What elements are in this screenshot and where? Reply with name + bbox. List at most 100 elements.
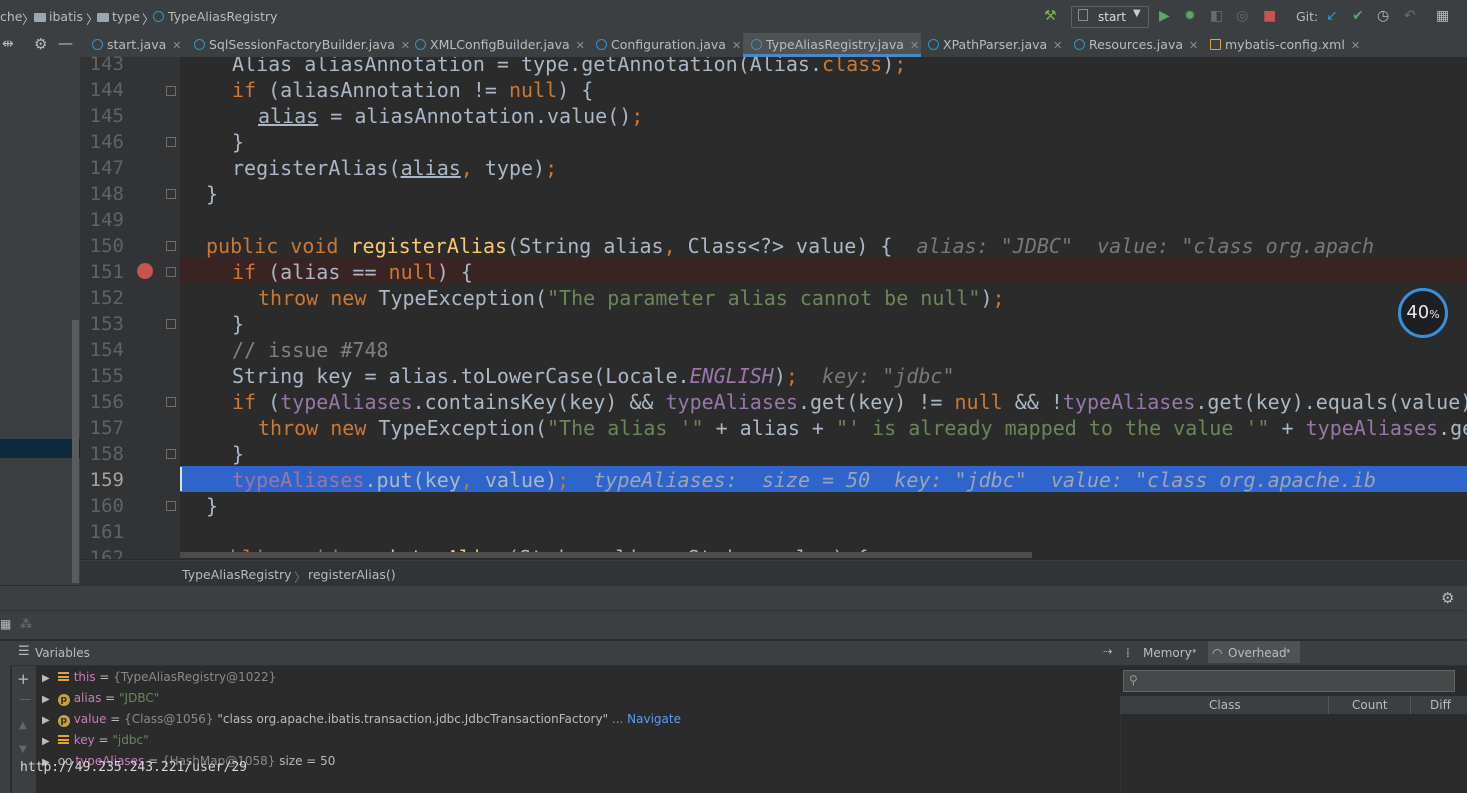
variable-row-this[interactable]: ▶ this = {TypeAliasRegistry@1022} (42, 670, 276, 684)
code-line-151: if (alias == null) { (232, 260, 473, 284)
fold-marker-icon[interactable] (166, 449, 176, 459)
object-icon (57, 672, 69, 681)
pin-icon[interactable]: ⇢ (1103, 645, 1112, 658)
expand-triangle-icon[interactable]: ▶ (42, 715, 50, 726)
code-line-153: } (232, 312, 245, 336)
tab-sqlsessionfactorybuilder[interactable]: SqlSessionFactoryBuilder.java ✕ (186, 33, 410, 57)
code-lines: Alias aliasAnnotation = type.getAnnotati… (180, 57, 1467, 552)
tab-overhead[interactable]: Overhead (1228, 646, 1287, 660)
tab-label: mybatis-config.xml (1225, 37, 1345, 52)
fold-marker-icon[interactable] (166, 86, 176, 96)
line-number: 145 (89, 105, 124, 127)
memory-header: ⁞ Memory ⇢ ◠ Overhead ⇢ (1120, 641, 1467, 666)
add-watch-icon[interactable]: + (17, 670, 30, 688)
variable-row-key[interactable]: ▶ key = "jdbc" (42, 733, 149, 747)
variable-name: value (73, 712, 107, 726)
threads-icon[interactable]: ⁂ (20, 617, 32, 631)
run-config-select[interactable]: start ▼ (1071, 6, 1149, 28)
variable-row-alias[interactable]: ▶ p alias = "JDBC" (42, 691, 159, 706)
fold-marker-icon[interactable] (166, 189, 176, 199)
breadcrumb-method[interactable]: registerAlias() (308, 567, 396, 582)
tab-xmlconfigbuilder[interactable]: XMLConfigBuilder.java ✕ (407, 33, 585, 57)
nav-crumb-che[interactable]: che (0, 9, 23, 24)
code-line-150: public void registerAlias(String alias, … (206, 234, 1375, 258)
collapse-all-icon[interactable]: ⇹ (2, 36, 14, 52)
line-number: 160 (89, 495, 124, 517)
chevron-down-icon: ▼ (1133, 8, 1141, 19)
run-icon[interactable]: ▶ (1159, 8, 1170, 24)
gear-icon[interactable]: ⚙ (1441, 589, 1454, 607)
memory-table-body[interactable] (1120, 714, 1467, 793)
project-structure-icon[interactable]: ▦ (1436, 8, 1449, 24)
close-icon[interactable]: ✕ (172, 39, 181, 52)
horizontal-scrollbar[interactable] (180, 552, 1032, 558)
navigate-link[interactable]: ... Navigate (608, 712, 681, 726)
fold-marker-icon[interactable] (166, 137, 176, 147)
git-update-icon[interactable]: ↙ (1326, 8, 1338, 24)
stop-icon[interactable]: ■ (1263, 8, 1276, 24)
tab-resources[interactable]: Resources.java ✕ (1068, 33, 1201, 57)
close-icon[interactable]: ✕ (910, 39, 919, 52)
line-number: 161 (89, 521, 124, 543)
nav-crumb-class-label: TypeAliasRegistry (168, 9, 278, 24)
close-icon[interactable]: ✕ (576, 39, 585, 52)
tab-mybatis-config-xml[interactable]: mybatis-config.xml ✕ (1204, 33, 1364, 57)
remove-watch-icon[interactable]: — (19, 692, 31, 706)
code-line-148: } (206, 182, 219, 206)
expand-triangle-icon[interactable]: ▶ (42, 736, 50, 747)
close-icon[interactable]: ✕ (1053, 39, 1062, 52)
expand-triangle-icon[interactable]: ▶ (42, 694, 50, 705)
variable-equals: = (101, 691, 120, 705)
class-icon (92, 39, 103, 50)
project-panel[interactable] (0, 57, 80, 585)
tab-typealiasregistry[interactable]: TypeAliasRegistry.java ✕ (743, 33, 921, 57)
pin-icon[interactable]: ⇢ (1188, 646, 1196, 657)
url-watermark: http://49.235.243.221/user/29 (20, 760, 247, 775)
project-scrollbar[interactable] (72, 320, 79, 583)
minimize-icon[interactable]: — (58, 34, 73, 52)
variable-row-value[interactable]: ▶ p value = {Class@1056} "class org.apache… (42, 712, 681, 727)
fold-marker-icon[interactable] (166, 241, 176, 251)
close-icon[interactable]: ✕ (732, 39, 741, 52)
fold-marker-icon[interactable] (166, 267, 176, 277)
expand-triangle-icon[interactable]: ▶ (42, 673, 50, 684)
line-number: 144 (89, 79, 124, 101)
breadcrumb-class[interactable]: TypeAliasRegistry (182, 567, 292, 582)
debug-bug-icon[interactable]: ✹ (1184, 8, 1196, 24)
variable-name: this (73, 670, 96, 684)
project-selected-row[interactable] (0, 439, 80, 458)
profile-icon[interactable]: ◎ (1236, 8, 1248, 24)
pin-icon[interactable]: ⇢ (1282, 646, 1290, 657)
fold-marker-icon[interactable] (166, 319, 176, 329)
coverage-icon[interactable]: ◧ (1210, 8, 1223, 24)
tab-configuration[interactable]: Configuration.java ✕ (588, 33, 743, 57)
column-diff[interactable]: Diff (1430, 698, 1451, 712)
close-icon[interactable]: ✕ (1351, 39, 1360, 52)
gear-icon[interactable]: ⚙ (34, 35, 47, 53)
memory-table-header: Class Count Diff (1120, 696, 1467, 714)
close-icon[interactable]: ✕ (1189, 39, 1198, 52)
column-count[interactable]: Count (1352, 698, 1388, 712)
object-icon (57, 735, 69, 744)
editor-tab-bar: ⇹ ⚙ — start.java ✕ SqlSessionFactoryBuild… (0, 33, 1467, 58)
tab-memory[interactable]: Memory (1143, 646, 1192, 660)
git-revert-icon[interactable]: ↶ (1404, 8, 1416, 24)
build-hammer-icon[interactable]: ⚒ (1044, 8, 1057, 24)
git-commit-icon[interactable]: ✔ (1352, 8, 1364, 24)
memory-search-input[interactable]: ⚲ (1123, 670, 1455, 692)
line-number: 154 (89, 339, 124, 361)
fold-marker-icon[interactable] (166, 397, 176, 407)
nav-crumb-ibatis[interactable]: ibatis (34, 9, 83, 24)
move-down-icon[interactable]: ▼ (19, 744, 27, 755)
move-up-icon[interactable]: ▲ (19, 720, 27, 731)
fold-marker-icon[interactable] (166, 501, 176, 511)
line-number: 150 (89, 235, 124, 257)
tab-xpathparser[interactable]: XPathParser.java ✕ (922, 33, 1065, 57)
nav-crumb-class[interactable]: TypeAliasRegistry (153, 9, 278, 24)
breakpoint-icon[interactable] (137, 263, 153, 279)
column-class[interactable]: Class (1209, 698, 1241, 712)
nav-crumb-type[interactable]: type (97, 9, 140, 24)
nav-crumb-type-label: type (112, 9, 140, 24)
git-history-icon[interactable]: ◷ (1377, 8, 1389, 24)
frames-icon[interactable]: ▦ (0, 617, 11, 631)
